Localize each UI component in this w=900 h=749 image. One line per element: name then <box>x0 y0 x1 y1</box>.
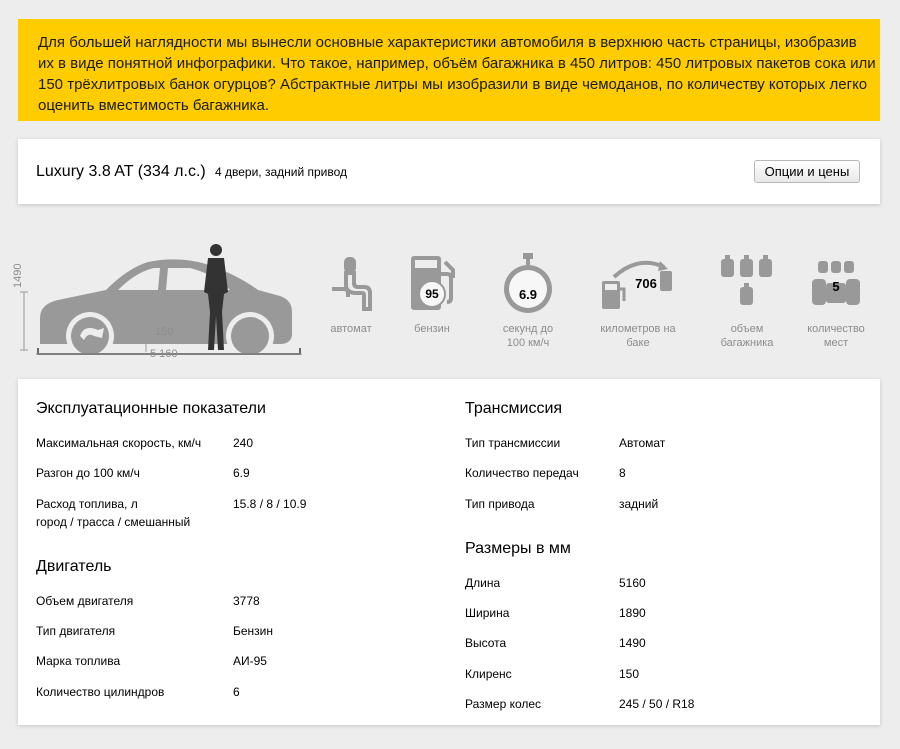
feature-fuel: 95 бензин <box>387 238 477 336</box>
notice-line: 150 трёхлитровых банок огурцов? Абстракт… <box>38 76 868 93</box>
spec-label: Ширина <box>465 606 510 620</box>
spec-label: Объем двигателя <box>36 594 134 608</box>
range-value: 706 <box>635 275 657 291</box>
spec-label: Расход топлива, л <box>36 497 138 511</box>
spec-value: 1890 <box>619 606 646 620</box>
section-title-performance: Эксплуатационные показатели <box>36 400 266 417</box>
notice-line: Для большей наглядности мы вынесли основ… <box>38 34 857 51</box>
spec-value: 1490 <box>619 636 646 650</box>
spec-value: 6 <box>233 685 240 699</box>
section-title-transmission: Трансмиссия <box>465 400 563 417</box>
feature-caption: багажника <box>720 337 774 349</box>
spec-label: Количество передач <box>465 466 579 480</box>
spec-value: 3778 <box>233 594 260 608</box>
spec-label: Размер колес <box>465 697 542 711</box>
spec-label: Максимальная скорость, км/ч <box>36 436 202 450</box>
infographic-notice: Для большей наглядности мы вынесли основ… <box>18 19 880 121</box>
spec-value: АИ-95 <box>233 654 267 668</box>
spec-label: Разгон до 100 км/ч <box>36 466 140 480</box>
length-dimension-label: 5 160 <box>150 348 178 360</box>
feature-trunk-volume: объем багажника <box>702 238 792 350</box>
feature-caption: баке <box>626 337 650 349</box>
spec-value: 6.9 <box>233 466 250 480</box>
feature-range: 706 километров на баке <box>593 238 683 350</box>
feature-seats: 5 количество мест <box>791 238 881 350</box>
spec-value: 240 <box>233 436 254 450</box>
spec-value: 8 <box>619 466 626 480</box>
fuel-octane-badge: 95 <box>418 280 446 308</box>
spec-label: Тип двигателя <box>36 624 116 638</box>
model-subtitle: 4 двери, задний привод <box>215 165 348 179</box>
clearance-dimension-label: 150 <box>155 326 174 338</box>
spec-label: Марка топлива <box>36 654 121 668</box>
spec-label: Высота <box>465 636 507 650</box>
acceleration-value: 6.9 <box>518 286 538 302</box>
notice-line: их в виде понятной инфографики. Что тако… <box>38 55 876 72</box>
feature-caption: мест <box>823 337 849 349</box>
spec-label: город / трасса / смешанный <box>36 515 191 529</box>
spec-label: Длина <box>465 576 501 590</box>
section-title-dimensions: Размеры в мм <box>465 540 571 557</box>
options-and-prices-button[interactable]: Опции и цены <box>754 160 860 183</box>
luggage-icon <box>721 255 772 305</box>
spec-value: 15.8 / 8 / 10.9 <box>233 497 307 511</box>
height-dimension-label: 1490 <box>12 263 24 288</box>
section-title-engine: Двигатель <box>36 558 112 575</box>
car-silhouette-icon <box>20 244 302 360</box>
feature-transmission: автомат <box>306 238 396 336</box>
spec-value: Автомат <box>619 436 666 450</box>
spec-value: Бензин <box>233 624 274 638</box>
spec-value: задний <box>619 497 659 511</box>
notice-line: оценить вместимость багажника. <box>38 97 270 114</box>
spec-value: 5160 <box>619 576 646 590</box>
spec-label: Тип привода <box>465 497 535 511</box>
car-infographic: 1490 150 5 160 автомат 95 бензин 6.9 сек… <box>0 220 900 370</box>
spec-label: Клиренс <box>465 667 512 681</box>
model-header-card: Luxury 3.8 AT (334 л.с.) 4 двери, задний… <box>18 139 880 204</box>
seats-count: 5 <box>832 278 840 294</box>
feature-caption: 100 км/ч <box>506 337 550 349</box>
model-title: Luxury 3.8 AT (334 л.с.) <box>36 163 206 180</box>
spec-label: Тип трансмиссии <box>465 436 561 450</box>
specifications-card: Эксплуатационные показатели Максимальная… <box>18 379 880 725</box>
spec-value: 150 <box>619 667 640 681</box>
gear-shifter-icon <box>332 257 372 311</box>
spec-value: 245 / 50 / R18 <box>619 697 695 711</box>
feature-acceleration: 6.9 секунд до 100 км/ч <box>483 238 573 350</box>
spec-label: Количество цилиндров <box>36 685 165 699</box>
